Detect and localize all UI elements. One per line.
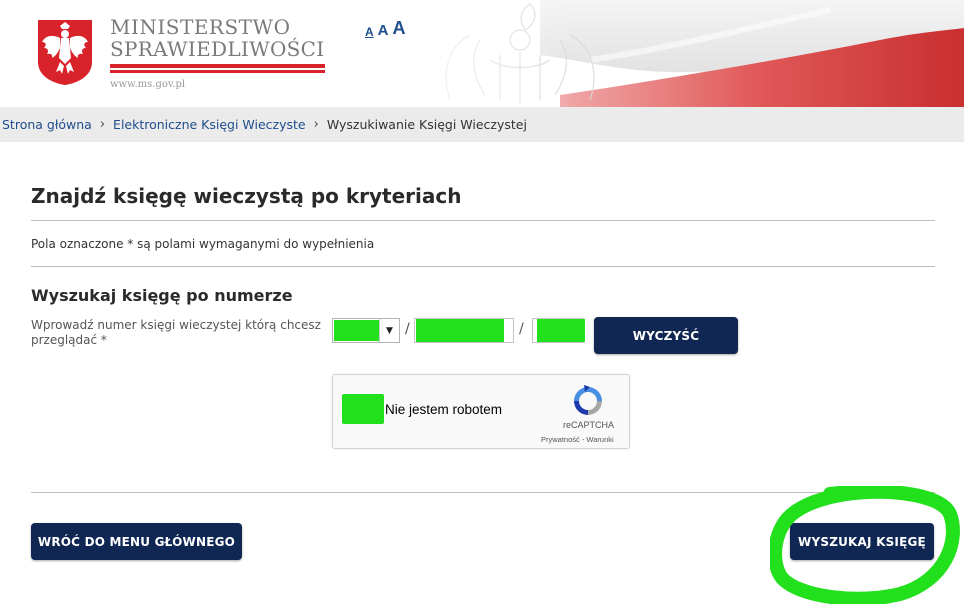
breadcrumb-current: Wyszukiwanie Księgi Wieczystej: [326, 117, 527, 132]
recaptcha-privacy-terms-link[interactable]: Prywatność - Warunki: [541, 435, 614, 444]
ministry-url: www.ms.gov.pl: [110, 79, 186, 90]
divider: [31, 492, 935, 493]
divider: [31, 266, 935, 267]
breadcrumb-home-link[interactable]: Strona główna: [2, 117, 92, 132]
polish-eagle-emblem-icon: [38, 20, 92, 85]
breadcrumb-ekw-link[interactable]: Elektroniczne Księgi Wieczyste: [113, 117, 306, 132]
site-header: MINISTERSTWO SPRAWIEDLIWOŚCI www.ms.gov.…: [0, 0, 964, 107]
court-code-select[interactable]: ▼: [332, 318, 400, 343]
search-register-button[interactable]: WYSZUKAJ KSIĘGĘ: [790, 523, 934, 560]
separator-slash: /: [405, 321, 410, 337]
page-title: Znajdź księgę wieczystą po kryteriach: [31, 184, 462, 208]
back-to-main-menu-button[interactable]: WRÓĆ DO MENU GŁÓWNEGO: [31, 523, 242, 560]
ministry-name-line1: MINISTERSTWO: [110, 15, 291, 39]
separator-slash: /: [519, 321, 524, 337]
font-size-medium-button[interactable]: A: [378, 22, 389, 39]
divider: [31, 220, 935, 221]
redacted-value: [334, 320, 379, 341]
required-fields-note: Pola oznaczone * są polami wymaganymi do…: [31, 237, 375, 251]
ministry-name-line2: SPRAWIEDLIWOŚCI: [110, 37, 325, 61]
chevron-right-icon: ›: [99, 117, 106, 132]
recaptcha-widget: Nie jestem robotem reCAPTCHA Prywatność …: [332, 374, 630, 449]
kw-number-label: Wprowadź numer księgi wieczystej którą c…: [31, 318, 321, 347]
breadcrumb: Strona główna › Elektroniczne Księgi Wie…: [0, 107, 964, 142]
kw-number-input[interactable]: [414, 318, 514, 343]
ministry-flag-stripe: [110, 64, 325, 73]
recaptcha-logo-icon: [574, 385, 602, 415]
recaptcha-brand: reCAPTCHA: [563, 420, 615, 430]
waving-flag-banner: [360, 0, 964, 107]
recaptcha-checkbox[interactable]: [342, 394, 384, 424]
section-title: Wyszukaj księgę po numerze: [31, 286, 293, 305]
font-size-large-button[interactable]: A: [393, 18, 406, 39]
caret-down-icon[interactable]: ▼: [379, 319, 399, 342]
recaptcha-label: Nie jestem robotem: [385, 402, 503, 417]
check-digit-input[interactable]: [532, 318, 585, 343]
chevron-right-icon: ›: [313, 117, 319, 132]
redacted-value: [537, 319, 585, 342]
redacted-value: [416, 319, 504, 342]
clear-button[interactable]: WYCZYŚĆ: [594, 317, 738, 354]
font-size-small-button[interactable]: A: [365, 25, 374, 39]
font-size-switcher: A A A: [365, 18, 406, 39]
